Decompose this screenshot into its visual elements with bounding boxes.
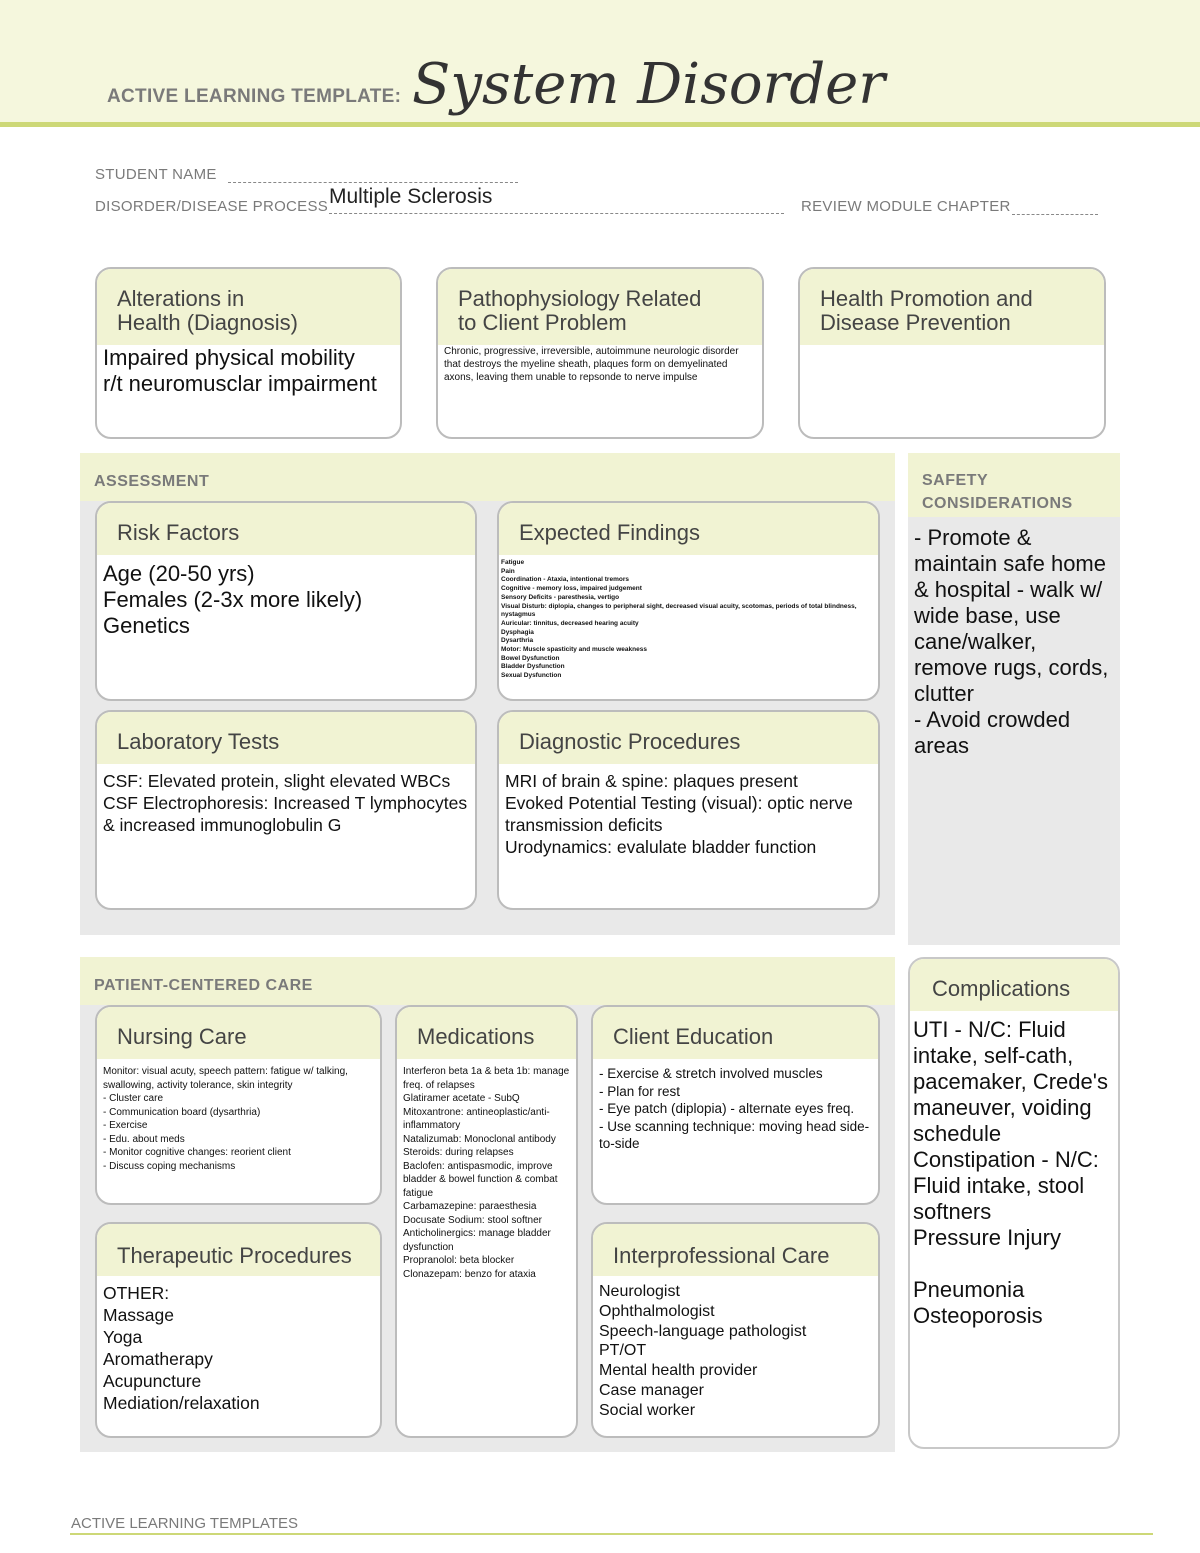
medications-box: Medications Interferon beta 1a & beta 1b… bbox=[395, 1005, 578, 1438]
expected-findings-box: Expected Findings Fatigue Pain Coordinat… bbox=[497, 501, 880, 701]
laboratory-tests-title: Laboratory Tests bbox=[97, 712, 475, 764]
disorder-field[interactable]: Multiple Sclerosis bbox=[329, 185, 784, 214]
laboratory-tests-body[interactable]: CSF: Elevated protein, slight elevated W… bbox=[97, 764, 475, 842]
alterations-body[interactable]: Impaired physical mobility r/t neuromusc… bbox=[97, 345, 400, 403]
client-education-box: Client Education - Exercise & stretch in… bbox=[591, 1005, 880, 1205]
expected-findings-body[interactable]: Fatigue Pain Coordination - Ataxia, inte… bbox=[499, 555, 878, 685]
health-promotion-title: Health Promotion and Disease Prevention bbox=[800, 269, 1104, 345]
diagnostic-procedures-body[interactable]: MRI of brain & spine: plaques present Ev… bbox=[499, 764, 878, 864]
therapeutic-procedures-box: Therapeutic Procedures OTHER: Massage Yo… bbox=[95, 1222, 382, 1438]
complications-title: Complications bbox=[910, 959, 1118, 1011]
review-chapter-field[interactable] bbox=[1012, 198, 1098, 215]
health-promotion-body[interactable] bbox=[800, 345, 1104, 357]
risk-factors-body[interactable]: Age (20-50 yrs) Females (2-3x more likel… bbox=[97, 555, 475, 645]
risk-factors-box: Risk Factors Age (20-50 yrs) Females (2-… bbox=[95, 501, 477, 701]
footer-divider bbox=[70, 1533, 1153, 1535]
assessment-label: ASSESSMENT bbox=[80, 453, 895, 501]
patient-centered-care-label: PATIENT-CENTERED CARE bbox=[80, 957, 895, 1005]
safety-label: SAFETY CONSIDERATIONS bbox=[908, 453, 1120, 517]
nursing-care-title: Nursing Care bbox=[97, 1007, 380, 1059]
footer-label: ACTIVE LEARNING TEMPLATES bbox=[71, 1515, 298, 1532]
expected-findings-title: Expected Findings bbox=[499, 503, 878, 555]
diagnostic-procedures-box: Diagnostic Procedures MRI of brain & spi… bbox=[497, 710, 880, 910]
safety-panel: SAFETY CONSIDERATIONS - Promote & mainta… bbox=[908, 453, 1120, 945]
client-education-body[interactable]: - Exercise & stretch involved muscles - … bbox=[593, 1059, 878, 1159]
template-label: ACTIVE LEARNING TEMPLATE: bbox=[107, 86, 402, 107]
complications-body[interactable]: UTI - N/C: Fluid intake, self-cath, pace… bbox=[910, 1011, 1118, 1335]
therapeutic-procedures-body[interactable]: OTHER: Massage Yoga Aromatherapy Acupunc… bbox=[97, 1276, 380, 1420]
health-promotion-box: Health Promotion and Disease Prevention bbox=[798, 267, 1106, 439]
review-chapter-label: REVIEW MODULE CHAPTER bbox=[801, 198, 1011, 215]
student-name-field[interactable] bbox=[228, 166, 518, 183]
alterations-title: Alterations in Health (Diagnosis) bbox=[97, 269, 400, 345]
interprofessional-care-body[interactable]: Neurologist Ophthalmologist Speech-langu… bbox=[593, 1276, 878, 1427]
student-name-label: STUDENT NAME bbox=[95, 166, 217, 183]
page-title: System Disorder bbox=[412, 52, 886, 117]
disorder-label: DISORDER/DISEASE PROCESS bbox=[95, 198, 329, 215]
nursing-care-box: Nursing Care Monitor: visual acuty, spee… bbox=[95, 1005, 382, 1205]
pathophysiology-title: Pathophysiology Related to Client Proble… bbox=[438, 269, 762, 345]
complications-box: Complications UTI - N/C: Fluid intake, s… bbox=[908, 957, 1120, 1449]
interprofessional-care-box: Interprofessional Care Neurologist Ophth… bbox=[591, 1222, 880, 1438]
therapeutic-procedures-title: Therapeutic Procedures bbox=[97, 1224, 380, 1276]
client-education-title: Client Education bbox=[593, 1007, 878, 1059]
alterations-box: Alterations in Health (Diagnosis) Impair… bbox=[95, 267, 402, 439]
medications-title: Medications bbox=[397, 1007, 576, 1059]
safety-body[interactable]: - Promote & maintain safe home & hospita… bbox=[908, 517, 1120, 767]
medications-body[interactable]: Interferon beta 1a & beta 1b: manage fre… bbox=[397, 1059, 576, 1287]
risk-factors-title: Risk Factors bbox=[97, 503, 475, 555]
interprofessional-care-title: Interprofessional Care bbox=[593, 1224, 878, 1276]
diagnostic-procedures-title: Diagnostic Procedures bbox=[499, 712, 878, 764]
pathophysiology-box: Pathophysiology Related to Client Proble… bbox=[436, 267, 764, 439]
laboratory-tests-box: Laboratory Tests CSF: Elevated protein, … bbox=[95, 710, 477, 910]
pathophysiology-body[interactable]: Chronic, progressive, irreversible, auto… bbox=[438, 345, 762, 390]
nursing-care-body[interactable]: Monitor: visual acuty, speech pattern: f… bbox=[97, 1059, 380, 1179]
